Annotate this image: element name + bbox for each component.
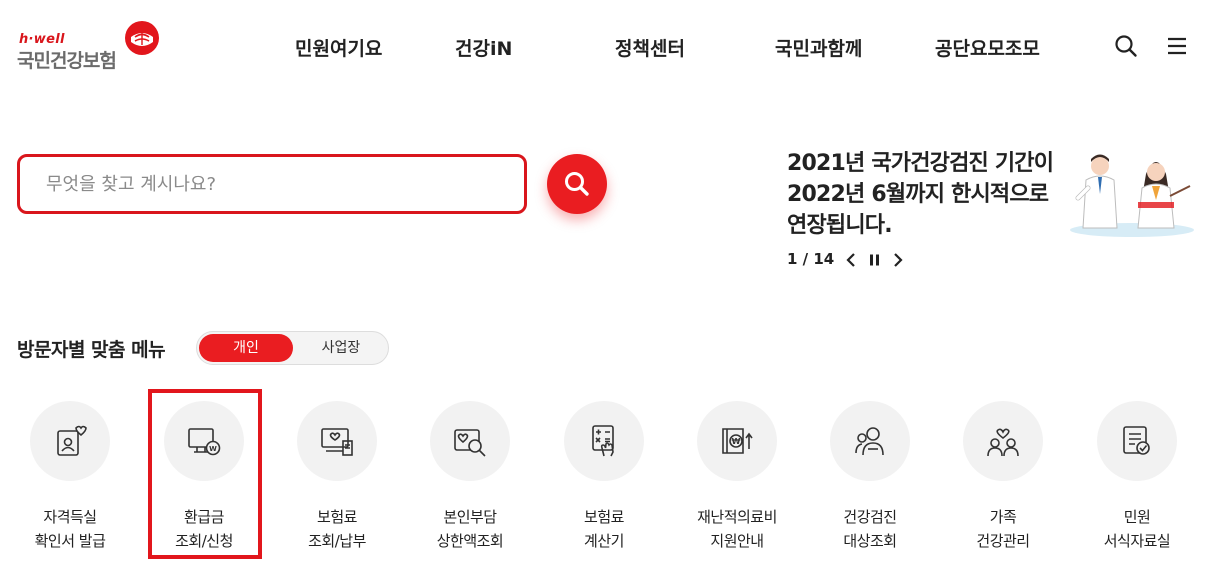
nav-item-corporation-info[interactable]: 공단요모조모 bbox=[935, 34, 1040, 61]
next-icon[interactable] bbox=[889, 251, 907, 269]
menu-icon-circle bbox=[564, 401, 644, 481]
menu-item-health-checkup-target[interactable]: 건강검진 대상조회 bbox=[810, 401, 930, 561]
menu-label-line2: 조회/납부 bbox=[308, 532, 366, 550]
nav-item-civil-service[interactable]: 민원여기요 bbox=[295, 34, 382, 61]
search-button[interactable] bbox=[547, 154, 607, 214]
menu-label-line2: 대상조회 bbox=[843, 532, 897, 550]
notice-pager: 1 / 14 bbox=[787, 250, 835, 268]
toggle-individual[interactable]: 개인 bbox=[199, 334, 293, 362]
forms-library-icon bbox=[1123, 426, 1150, 455]
menu-label-line1: 본인부담 bbox=[443, 508, 497, 526]
menu-label-line2: 확인서 발급 bbox=[34, 532, 106, 550]
search-icon[interactable] bbox=[1114, 34, 1138, 58]
menu-item-premium-payment[interactable]: 보험료 조회/납부 bbox=[277, 401, 397, 561]
menu-label: 자격득실 확인서 발급 bbox=[10, 505, 130, 553]
menu-label-line2: 서식자료실 bbox=[1103, 532, 1171, 550]
menu-icon-circle bbox=[30, 401, 110, 481]
svg-text:₩: ₩ bbox=[732, 437, 741, 446]
notice-title[interactable]: 2021년 국가건강검진 기간이 2022년 6월까지 한시적으로 연장됩니다. bbox=[787, 148, 1057, 241]
menu-item-civil-forms[interactable]: 민원 서식자료실 bbox=[1077, 401, 1197, 561]
search-icon bbox=[565, 172, 589, 196]
menu-label-line1: 재난적의료비 bbox=[697, 508, 777, 526]
menu-label-line1: 건강검진 bbox=[843, 508, 897, 526]
menu-label-line2: 건강관리 bbox=[976, 532, 1030, 550]
nav-item-with-citizens[interactable]: 국민과함께 bbox=[775, 34, 862, 61]
out-of-pocket-search-icon bbox=[454, 429, 486, 457]
menu-label-line1: 보험료 bbox=[584, 508, 624, 526]
family-care-icon bbox=[987, 428, 1019, 457]
nav-item-policy-center[interactable]: 정책센터 bbox=[615, 34, 685, 61]
menu-icon-circle bbox=[430, 401, 510, 481]
menu-icon-circle bbox=[830, 401, 910, 481]
medical-support-icon: ₩ bbox=[722, 428, 753, 454]
menu-label: 보험료 조회/납부 bbox=[277, 505, 397, 553]
search-box bbox=[17, 154, 527, 214]
pause-icon[interactable] bbox=[866, 251, 884, 269]
health-checkup-icon bbox=[855, 427, 884, 456]
menu-label: 가족 건강관리 bbox=[943, 505, 1063, 553]
menu-label: 건강검진 대상조회 bbox=[810, 505, 930, 553]
prev-icon[interactable] bbox=[843, 251, 861, 269]
menu-item-qualification-certificate[interactable]: 자격득실 확인서 발급 bbox=[10, 401, 130, 561]
menu-label-line2: 계산기 bbox=[584, 532, 624, 550]
main-navigation: 민원여기요 건강iN 정책센터 국민과함께 공단요모조모 bbox=[0, 34, 1209, 62]
menu-item-premium-calculator[interactable]: 보험료 계산기 bbox=[544, 401, 664, 561]
hamburger-menu-icon[interactable] bbox=[1165, 34, 1189, 58]
menu-icon-circle: ₩ bbox=[697, 401, 777, 481]
search-input[interactable] bbox=[46, 157, 506, 211]
toggle-business[interactable]: 사업장 bbox=[295, 334, 387, 362]
menu-label: 재난적의료비 지원안내 bbox=[677, 505, 797, 553]
menu-item-catastrophic-medical-support[interactable]: ₩ 재난적의료비 지원안내 bbox=[677, 401, 797, 561]
menu-label-line2: 지원안내 bbox=[710, 532, 764, 550]
menu-label-line2: 상한액조회 bbox=[436, 532, 504, 550]
menu-label-line1: 보험료 bbox=[317, 508, 357, 526]
menu-icon-circle bbox=[963, 401, 1043, 481]
doctors-illustration bbox=[1070, 154, 1194, 237]
premium-payment-icon bbox=[321, 428, 353, 456]
menu-item-family-health[interactable]: 가족 건강관리 bbox=[943, 401, 1063, 561]
certificate-icon bbox=[57, 425, 87, 456]
section-title: 방문자별 맞춤 메뉴 bbox=[17, 339, 166, 361]
calculator-icon bbox=[592, 425, 614, 457]
menu-label: 보험료 계산기 bbox=[544, 505, 664, 553]
menu-icon-circle bbox=[297, 401, 377, 481]
menu-label: 민원 서식자료실 bbox=[1077, 505, 1197, 553]
menu-label-line1: 민원 bbox=[1123, 508, 1151, 526]
visitor-type-toggle: 개인 사업장 bbox=[196, 331, 389, 365]
menu-label-line1: 가족 bbox=[989, 508, 1017, 526]
menu-label-line1: 자격득실 bbox=[43, 508, 97, 526]
nav-item-health-in[interactable]: 건강iN bbox=[455, 34, 512, 61]
highlight-box bbox=[148, 389, 262, 559]
menu-icon-circle bbox=[1097, 401, 1177, 481]
menu-item-out-of-pocket[interactable]: 본인부담 상한액조회 bbox=[410, 401, 530, 561]
menu-label: 본인부담 상한액조회 bbox=[410, 505, 530, 553]
